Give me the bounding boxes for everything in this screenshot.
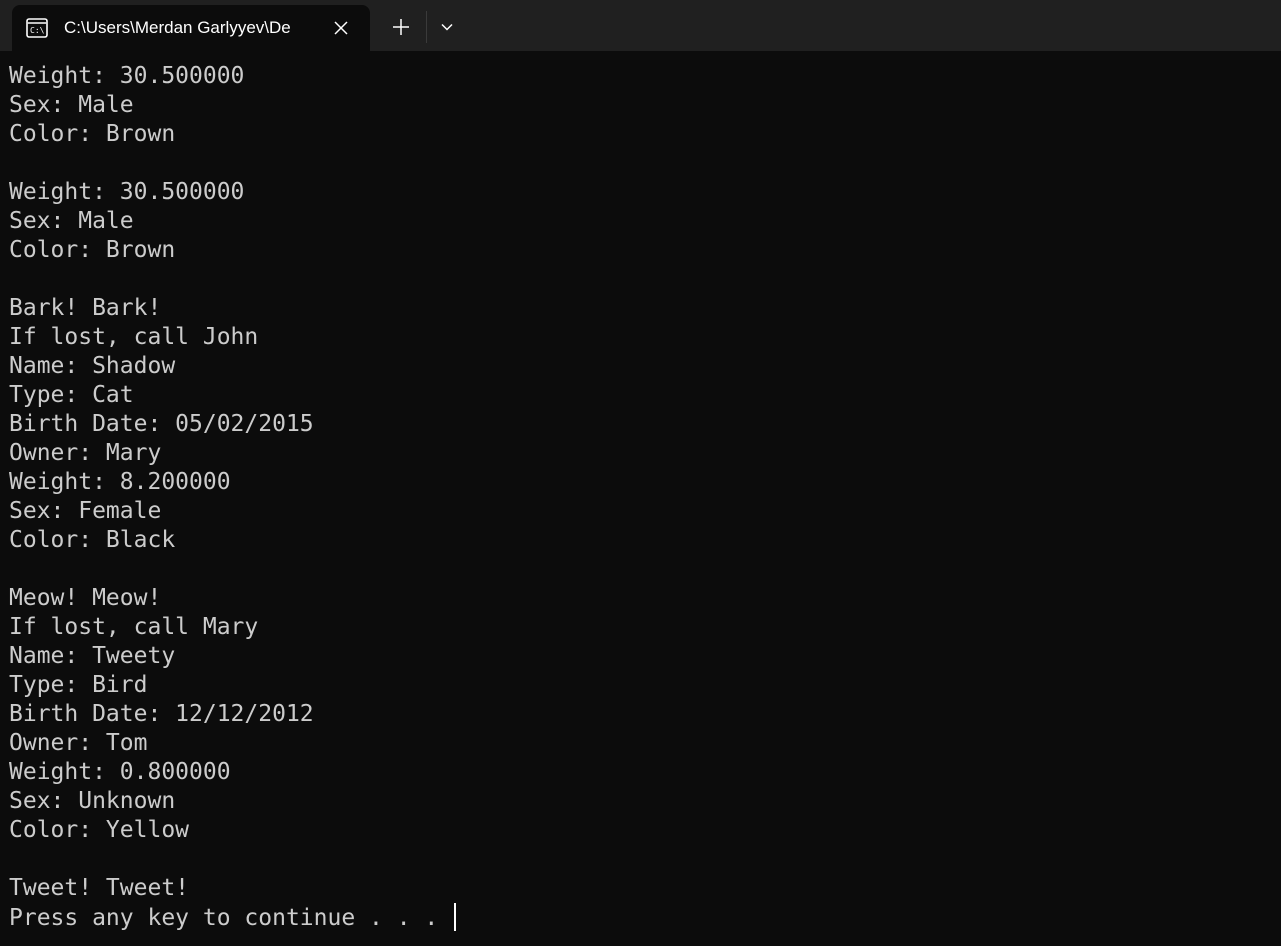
plus-icon[interactable] (388, 14, 414, 40)
tab-title: C:\Users\Merdan Garlyyev\De (64, 18, 291, 37)
terminal-line: Sex: Male (9, 207, 1269, 236)
terminal-line-text: Sex: Male (9, 208, 134, 234)
terminal-output[interactable]: Weight: 30.500000 Sex: Male Color: Brown We… (9, 62, 1269, 942)
tab-bar: C:\ C:\Users\Merdan Garlyyev\De (0, 0, 1281, 51)
close-icon[interactable] (330, 17, 352, 39)
terminal-line-text: Weight: 0.800000 (9, 759, 231, 785)
terminal-line: Name: Shadow (9, 352, 1269, 381)
terminal-line: Type: Bird (9, 671, 1269, 700)
terminal-line: Bark! Bark! (9, 294, 1269, 323)
terminal-line-text: Birth Date: 12/12/2012 (9, 701, 314, 727)
terminal-line-text: Type: Bird (9, 672, 148, 698)
terminal-line: Sex: Male (9, 91, 1269, 120)
terminal-line: Weight: 8.200000 (9, 468, 1269, 497)
toolbar-divider (426, 11, 427, 43)
terminal-line-text: Weight: 30.500000 (9, 63, 245, 89)
terminal-line-text: Meow! Meow! (9, 585, 162, 611)
terminal-line: Weight: 30.500000 (9, 178, 1269, 207)
terminal-line-text: Birth Date: 05/02/2015 (9, 411, 314, 437)
terminal-line: Owner: Mary (9, 439, 1269, 468)
terminal-line: Type: Cat (9, 381, 1269, 410)
terminal-line: Press any key to continue . . . (9, 903, 1269, 932)
terminal-line-text: Weight: 8.200000 (9, 469, 231, 495)
terminal-window: C:\ C:\Users\Merdan Garlyyev\De Weight: … (0, 0, 1281, 946)
console-icon: C:\ (26, 17, 48, 39)
terminal-line: Owner: Tom (9, 729, 1269, 758)
tab-command-prompt[interactable]: C:\ C:\Users\Merdan Garlyyev\De (12, 5, 370, 51)
terminal-line: If lost, call Mary (9, 613, 1269, 642)
terminal-line-text: Name: Tweety (9, 643, 176, 669)
terminal-line-text: Sex: Male (9, 92, 134, 118)
terminal-line: Sex: Female (9, 497, 1269, 526)
terminal-line-text: If lost, call John (9, 324, 259, 350)
terminal-line-text: Color: Black (9, 527, 176, 553)
terminal-line: Weight: 0.800000 (9, 758, 1269, 787)
terminal-line-text: Bark! Bark! (9, 295, 162, 321)
text-cursor (454, 903, 457, 931)
terminal-line: Meow! Meow! (9, 584, 1269, 613)
terminal-line-text: Color: Yellow (9, 817, 190, 843)
terminal-line-text: Color: Brown (9, 237, 176, 263)
terminal-line: Weight: 30.500000 (9, 62, 1269, 91)
terminal-line: Sex: Unknown (9, 787, 1269, 816)
terminal-line-text: Type: Cat (9, 382, 134, 408)
terminal-line: Birth Date: 12/12/2012 (9, 700, 1269, 729)
terminal-line: Color: Black (9, 526, 1269, 555)
terminal-line-text: Name: Shadow (9, 353, 176, 379)
terminal-line-text: Weight: 30.500000 (9, 179, 245, 205)
terminal-line-text: Color: Brown (9, 121, 176, 147)
terminal-line: Color: Yellow (9, 816, 1269, 845)
chevron-down-icon[interactable] (436, 14, 458, 40)
terminal-line-text: Tweet! Tweet! (9, 875, 190, 901)
terminal-line: Birth Date: 05/02/2015 (9, 410, 1269, 439)
terminal-line: Name: Tweety (9, 642, 1269, 671)
terminal-line-text: Owner: Mary (9, 440, 162, 466)
svg-text:C:\: C:\ (30, 26, 45, 35)
terminal-line-text: If lost, call Mary (9, 614, 259, 640)
terminal-line-text: Sex: Female (9, 498, 162, 524)
terminal-line: Color: Brown (9, 120, 1269, 149)
terminal-line: If lost, call John (9, 323, 1269, 352)
terminal-line: Tweet! Tweet! (9, 874, 1269, 903)
terminal-line-text: Press any key to continue . . . (9, 905, 453, 931)
terminal-line-text: Sex: Unknown (9, 788, 176, 814)
terminal-line: Color: Brown (9, 236, 1269, 265)
terminal-line-text: Owner: Tom (9, 730, 148, 756)
